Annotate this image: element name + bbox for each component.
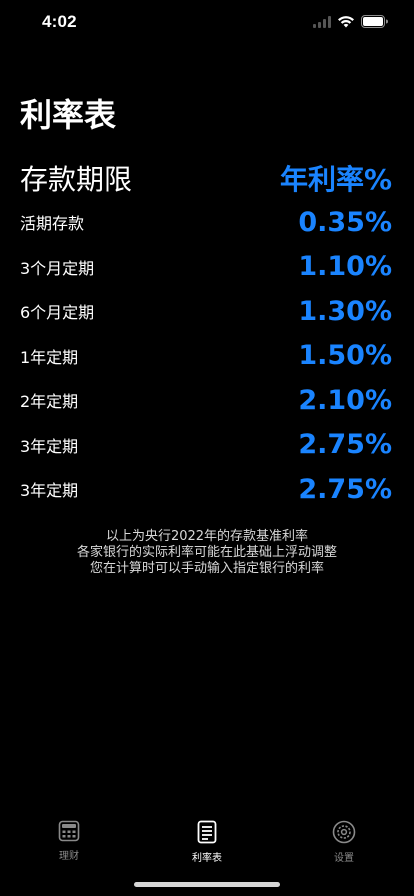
rate-row-3-year: 3年定期 2.75% <box>20 423 392 468</box>
rate-table-header: 存款期限 年利率% <box>20 156 392 200</box>
tab-label: 利率表 <box>192 853 222 864</box>
rate-row-demand: 活期存款 0.35% <box>20 200 392 245</box>
tab-label: 设置 <box>334 853 354 864</box>
rate-list: 活期存款 0.35% 3个月定期 1.10% 6个月定期 1.30% 1年定期 … <box>20 200 392 512</box>
rate-term: 1年定期 <box>20 347 79 367</box>
rate-value: 1.50% <box>298 340 392 372</box>
rate-term: 活期存款 <box>20 214 85 234</box>
tab-bar: 理财 利率表 设置 <box>0 812 414 872</box>
rate-row-6-month: 6个月定期 1.30% <box>20 289 392 334</box>
battery-icon <box>361 15 388 28</box>
rate-row-3-month: 3个月定期 1.10% <box>20 245 392 290</box>
rate-term: 2年定期 <box>20 392 79 412</box>
rate-value: 2.10% <box>298 384 392 416</box>
rate-value: 0.35% <box>298 206 392 238</box>
document-list-icon <box>197 820 217 844</box>
cellular-signal-icon <box>313 15 331 28</box>
status-icons <box>313 15 388 28</box>
rate-row-2-year: 2年定期 2.10% <box>20 378 392 423</box>
gear-icon <box>332 820 356 844</box>
home-indicator[interactable] <box>134 882 280 887</box>
rate-term: 6个月定期 <box>20 303 95 323</box>
footnote-line: 您在计算时可以手动输入指定银行的利率 <box>89 561 324 576</box>
footnote-line: 以上为央行2022年的存款基准利率 <box>105 529 309 544</box>
rate-footnote: 以上为央行2022年的存款基准利率 各家银行的实际利率可能在此基础上浮动调整 您… <box>0 529 414 577</box>
rate-row-1-year: 1年定期 1.50% <box>20 334 392 379</box>
header-term-label: 存款期限 <box>20 163 133 196</box>
status-time: 4:02 <box>42 12 77 31</box>
wifi-icon <box>338 16 354 28</box>
status-bar: 4:02 <box>0 0 414 46</box>
rate-term: 3个月定期 <box>20 258 95 278</box>
rate-term: 3年定期 <box>20 481 79 501</box>
footnote-line: 各家银行的实际利率可能在此基础上浮动调整 <box>76 545 337 560</box>
rate-value: 2.75% <box>298 429 392 461</box>
page-title: 利率表 <box>20 96 117 134</box>
rate-term: 3年定期 <box>20 436 79 456</box>
tab-finance[interactable]: 理财 <box>24 820 114 862</box>
header-rate-label: 年利率% <box>279 163 392 196</box>
tab-label: 理财 <box>59 851 79 862</box>
rate-value: 1.10% <box>298 251 392 283</box>
calculator-icon <box>58 820 80 842</box>
tab-rate-table[interactable]: 利率表 <box>162 820 252 864</box>
rate-row-3-year-duplicate: 3年定期 2.75% <box>20 467 392 512</box>
rate-value: 1.30% <box>298 295 392 327</box>
rate-value: 2.75% <box>298 473 392 505</box>
tab-settings[interactable]: 设置 <box>299 820 389 864</box>
